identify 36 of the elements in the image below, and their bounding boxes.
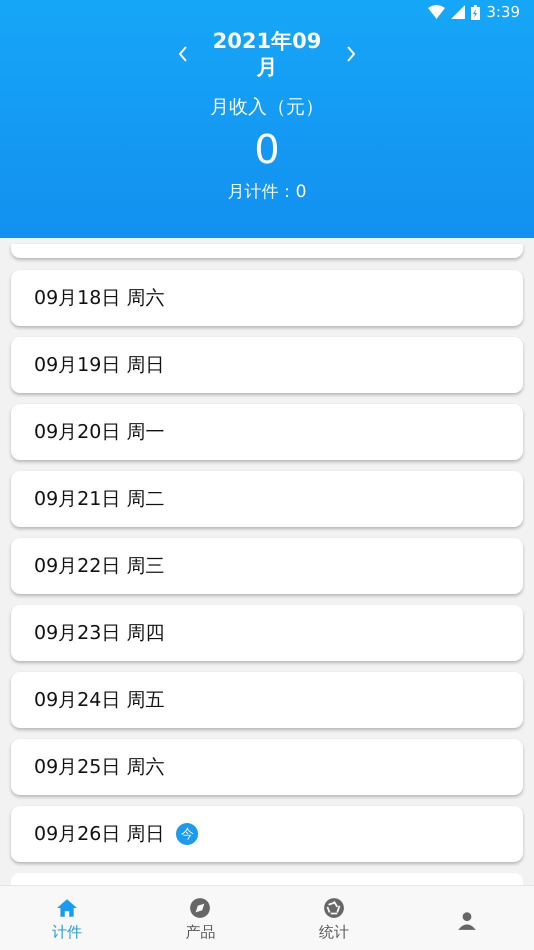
day-card[interactable]: 09月20日 周一 [11, 404, 523, 460]
day-card[interactable] [11, 244, 523, 258]
aperture-icon [322, 897, 345, 919]
day-card[interactable]: 09月19日 周日 [11, 337, 523, 393]
day-card[interactable]: 09月26日 周日 今 [11, 806, 523, 862]
day-label: 09月26日 周日 [34, 822, 164, 847]
day-card[interactable]: 09月22日 周三 [11, 538, 523, 594]
battery-icon [471, 4, 480, 20]
day-label: 09月23日 周四 [34, 621, 164, 646]
income-label: 月收入（元） [210, 96, 324, 118]
today-badge: 今 [176, 823, 198, 845]
home-icon [56, 897, 78, 919]
day-label: 09月18日 周六 [34, 286, 164, 311]
day-label: 09月25日 周六 [34, 755, 164, 780]
income-value: 0 [254, 127, 280, 173]
month-title: 2021年09月 [212, 28, 322, 80]
compass-icon [189, 897, 212, 919]
day-label: 09月22日 周三 [34, 554, 164, 579]
day-card[interactable]: 09月25日 周六 [11, 739, 523, 795]
day-card[interactable]: 09月24日 周五 [11, 672, 523, 728]
day-card[interactable]: 09月23日 周四 [11, 605, 523, 661]
wifi-icon [428, 5, 446, 19]
day-card[interactable]: 09月18日 周六 [11, 270, 523, 326]
day-label: 09月21日 周二 [34, 487, 164, 512]
status-time: 3:39 [486, 3, 520, 21]
next-month-icon[interactable] [345, 45, 357, 63]
day-card[interactable] [11, 873, 523, 885]
signal-icon [451, 5, 466, 19]
previous-month-icon[interactable] [177, 45, 189, 63]
nav-tab[interactable]: 产品 [134, 886, 267, 950]
day-card[interactable]: 09月21日 周二 [11, 471, 523, 527]
monthly-count: 月计件：0 [228, 182, 306, 202]
nav-tab[interactable]: 统计 [267, 886, 400, 950]
day-label: 09月24日 周五 [34, 688, 164, 713]
day-label: 09月20日 周一 [34, 420, 164, 445]
day-label: 09月19日 周日 [34, 353, 164, 378]
